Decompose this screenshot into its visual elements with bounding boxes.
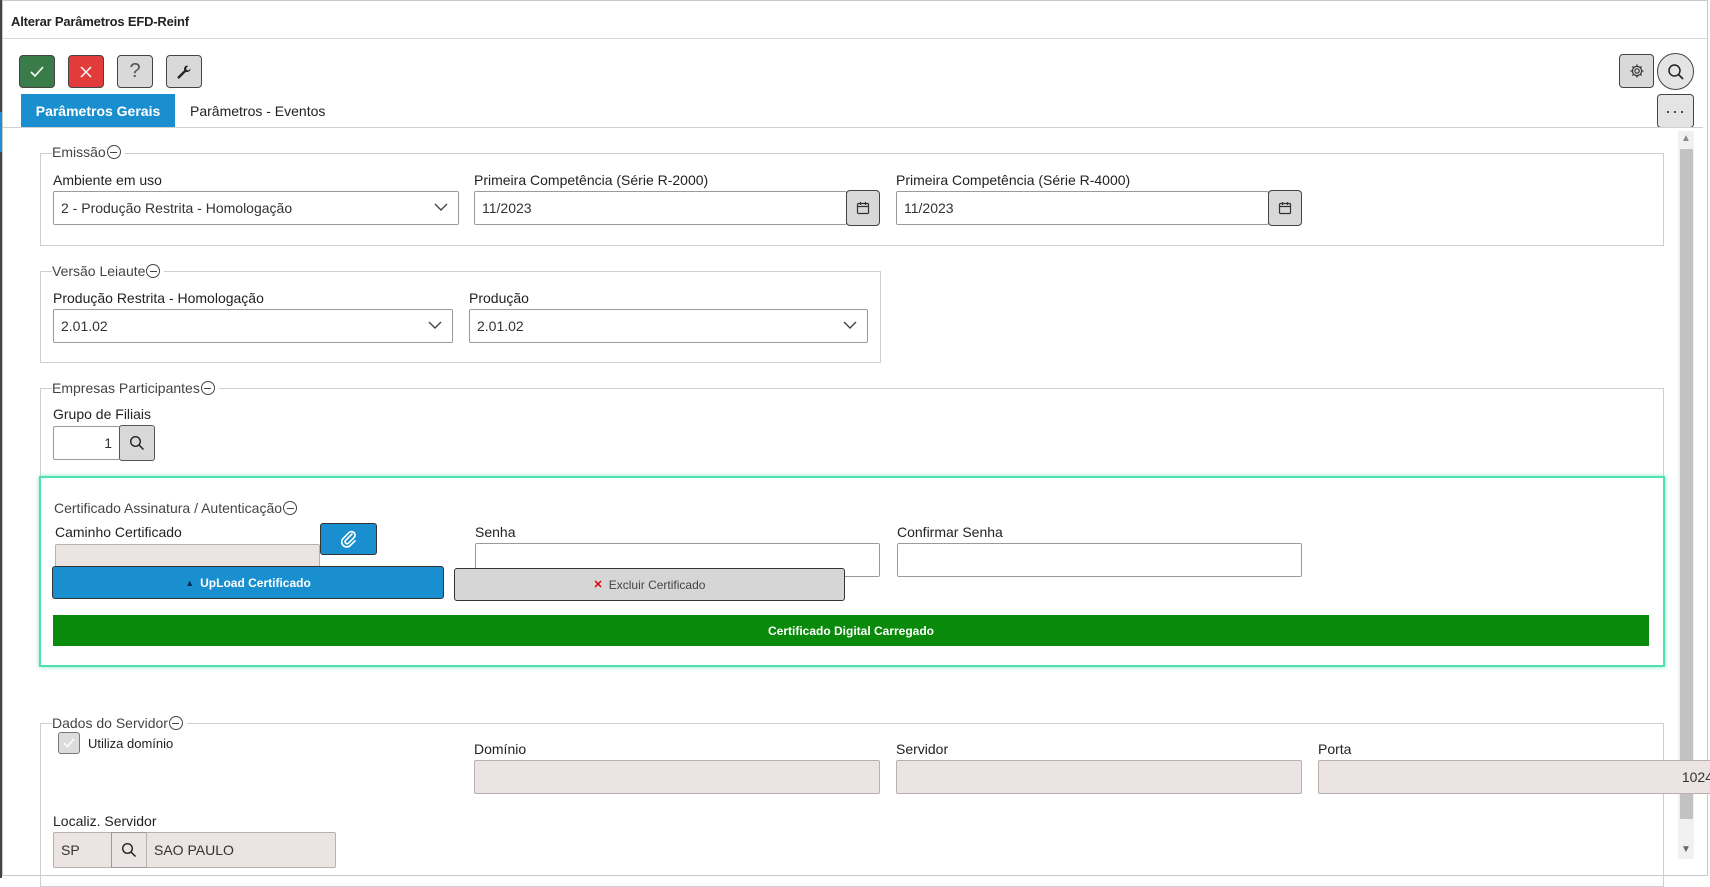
search-icon bbox=[1667, 63, 1684, 80]
collapse-minus-icon[interactable] bbox=[200, 381, 215, 395]
tab-parametros-eventos[interactable]: Parâmetros - Eventos bbox=[190, 94, 325, 127]
senha-label: Senha bbox=[475, 524, 516, 540]
servidor-input[interactable] bbox=[896, 760, 1302, 794]
caret-up-icon: ▲ bbox=[185, 577, 195, 588]
paperclip-icon bbox=[340, 530, 356, 548]
certificado-legend: Certificado Assinatura / Autenticação bbox=[54, 500, 302, 516]
cidade-value: SAO PAULO bbox=[154, 842, 234, 858]
more-options-button[interactable]: ··· bbox=[1657, 94, 1694, 128]
servidor-legend: Dados do Servidor bbox=[52, 715, 187, 731]
porta-label: Porta bbox=[1318, 741, 1352, 757]
wrench-icon bbox=[177, 64, 191, 79]
title-bar: Alterar Parâmetros EFD-Reinf bbox=[3, 1, 1707, 39]
grupo-filiais-input[interactable]: 1 bbox=[53, 426, 120, 460]
attach-certificate-button[interactable] bbox=[320, 523, 377, 555]
collapse-minus-icon[interactable] bbox=[283, 501, 298, 515]
caminho-label: Caminho Certificado bbox=[55, 524, 182, 540]
gear-icon bbox=[1630, 64, 1643, 78]
help-button[interactable]: ? bbox=[117, 55, 153, 88]
settings-button[interactable] bbox=[1619, 54, 1654, 88]
grupo-filiais-search-button[interactable] bbox=[119, 425, 155, 461]
upload-certificate-button[interactable]: ▲ UpLoad Certificado bbox=[52, 566, 444, 599]
comp-r4000-calendar-button[interactable] bbox=[1268, 190, 1302, 226]
tools-button[interactable] bbox=[166, 55, 202, 88]
collapse-minus-icon[interactable] bbox=[146, 264, 161, 278]
check-icon bbox=[63, 738, 75, 748]
porta-input[interactable]: 1024 bbox=[1318, 760, 1710, 794]
utiliza-dominio-checkbox[interactable] bbox=[58, 732, 80, 754]
certificado-legend-text: Certificado Assinatura / Autenticação bbox=[54, 500, 283, 516]
delete-certificate-button[interactable]: ✕ Excluir Certificado bbox=[454, 568, 845, 601]
delete-label: Excluir Certificado bbox=[608, 577, 706, 592]
comp-r2000-calendar-button[interactable] bbox=[846, 190, 880, 226]
ambiente-value: 2 - Produção Restrita - Homologação bbox=[61, 200, 293, 216]
chevron-down-icon bbox=[428, 321, 442, 329]
calendar-icon bbox=[856, 202, 870, 215]
servidor-legend-text: Dados do Servidor bbox=[52, 715, 168, 731]
delete-x-icon: ✕ bbox=[593, 579, 603, 591]
homolog-value: 2.01.02 bbox=[61, 318, 108, 334]
help-icon: ? bbox=[129, 60, 141, 82]
confirm-button[interactable] bbox=[19, 55, 55, 88]
empresas-legend-text: Empresas Participantes bbox=[52, 380, 200, 396]
comp-r2000-value: 11/2023 bbox=[482, 200, 532, 216]
certificate-status-banner: Certificado Digital Carregado bbox=[53, 615, 1649, 646]
search-icon bbox=[121, 842, 137, 858]
utiliza-dominio-label: Utiliza domínio bbox=[88, 736, 174, 751]
cidade-input[interactable]: SAO PAULO bbox=[146, 832, 336, 868]
cancel-button[interactable] bbox=[68, 55, 104, 88]
dominio-input[interactable] bbox=[474, 760, 880, 794]
tab-parametros-gerais[interactable]: Parâmetros Gerais bbox=[21, 94, 175, 127]
producao-value: 2.01.02 bbox=[477, 318, 524, 334]
comp-r2000-input[interactable]: 11/2023 bbox=[474, 191, 847, 225]
emissao-legend: Emissão bbox=[52, 144, 125, 160]
producao-select[interactable]: 2.01.02 bbox=[469, 309, 868, 343]
close-icon bbox=[80, 65, 92, 78]
more-icon: ··· bbox=[1665, 100, 1686, 121]
localiz-search-button[interactable] bbox=[111, 832, 147, 868]
collapse-minus-icon[interactable] bbox=[106, 145, 121, 159]
versao-legend-text: Versão Leiaute bbox=[52, 263, 146, 279]
upload-label: UpLoad Certificado bbox=[200, 575, 311, 590]
dominio-label: Domínio bbox=[474, 741, 527, 757]
chevron-down-icon bbox=[843, 321, 857, 329]
grupo-filiais-label: Grupo de Filiais bbox=[53, 406, 152, 422]
emissao-legend-text: Emissão bbox=[52, 144, 106, 160]
scroll-down-arrow[interactable]: ▼ bbox=[1680, 845, 1692, 855]
producao-label: Produção bbox=[469, 290, 529, 306]
window-title: Alterar Parâmetros EFD-Reinf bbox=[11, 14, 189, 29]
localiz-servidor-label: Localiz. Servidor bbox=[53, 813, 157, 829]
ambiente-label: Ambiente em uso bbox=[53, 172, 162, 188]
empresas-legend: Empresas Participantes bbox=[52, 380, 219, 396]
comp-r4000-value: 11/2023 bbox=[904, 200, 954, 216]
tab-underline bbox=[3, 127, 1703, 128]
uf-input[interactable]: SP bbox=[53, 832, 112, 868]
comp-r4000-label: Primeira Competência (Série R-4000) bbox=[896, 172, 1131, 188]
calendar-icon bbox=[1278, 202, 1292, 215]
check-icon bbox=[30, 65, 44, 77]
homolog-select[interactable]: 2.01.02 bbox=[53, 309, 453, 343]
ambiente-select[interactable]: 2 - Produção Restrita - Homologação bbox=[53, 191, 459, 225]
empresas-group bbox=[40, 388, 1664, 478]
confirmar-senha-label: Confirmar Senha bbox=[897, 524, 1003, 540]
global-search-button[interactable] bbox=[1657, 53, 1694, 90]
grupo-filiais-value: 1 bbox=[104, 435, 112, 451]
comp-r4000-input[interactable]: 11/2023 bbox=[896, 191, 1269, 225]
chevron-down-icon bbox=[434, 203, 448, 211]
homolog-label: Produção Restrita - Homologação bbox=[53, 290, 264, 306]
versao-legend: Versão Leiaute bbox=[52, 263, 165, 279]
servidor-label: Servidor bbox=[896, 741, 949, 757]
scroll-up-arrow[interactable]: ▲ bbox=[1680, 134, 1692, 144]
confirmar-senha-input[interactable] bbox=[897, 543, 1302, 577]
search-icon bbox=[129, 435, 145, 451]
collapse-minus-icon[interactable] bbox=[168, 716, 183, 730]
comp-r2000-label: Primeira Competência (Série R-2000) bbox=[474, 172, 709, 188]
scrollbar-thumb[interactable] bbox=[1680, 149, 1693, 819]
uf-value: SP bbox=[61, 842, 80, 858]
porta-value: 1024 bbox=[1681, 769, 1710, 785]
